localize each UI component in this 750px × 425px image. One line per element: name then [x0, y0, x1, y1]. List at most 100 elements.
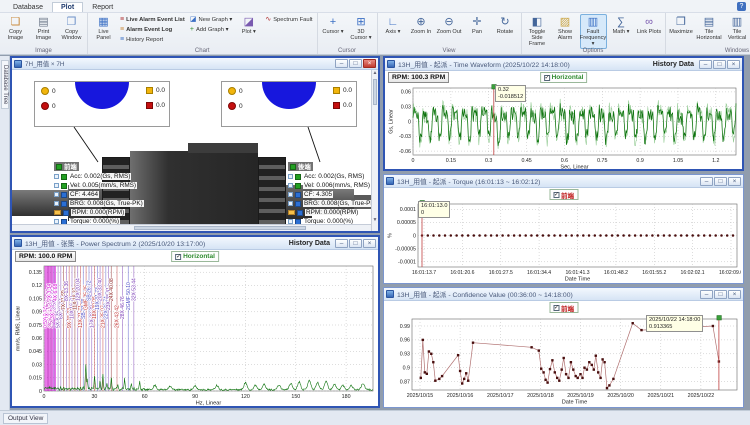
svg-text:12X 20.04: 12X 20.04 — [75, 278, 81, 301]
checkbox-icon[interactable] — [288, 201, 293, 206]
ribbon-rotate-button[interactable]: ↻Rotate — [492, 14, 519, 37]
ribbon-copy-image-button[interactable]: ❏Copy Image — [2, 14, 29, 43]
checkbox-icon[interactable]: ✓ — [553, 192, 559, 198]
maximize-icon[interactable]: □ — [713, 60, 726, 69]
ribbon-body: ❏Copy Image▤Print Image❐Copy WindowImage… — [0, 13, 750, 54]
horizontal-scrollbar[interactable] — [12, 224, 371, 231]
power-spectrum-chart[interactable]: 00.0150.030.0450.060.0750.090.1050.120.1… — [14, 263, 376, 406]
panel-title-bar[interactable]: 13H_用值 - 起派 - Torque (16:01:13 ~ 16:02:1… — [384, 175, 743, 188]
ribbon-show-alarm-button[interactable]: ▨Show Alarm — [552, 14, 579, 43]
channel-checkbox[interactable]: ✓ 前端 — [549, 189, 578, 200]
scrollbar-thumb[interactable] — [134, 226, 306, 230]
svg-text:1.05: 1.05 — [673, 158, 683, 164]
ribbon-group-label: Windows — [666, 48, 750, 54]
ribbon-new-graph-button[interactable]: ◪New Graph ▾ — [188, 15, 234, 24]
checkbox-icon[interactable] — [54, 201, 59, 206]
ribbon-copy-window-button[interactable]: ❐Copy Window — [58, 14, 85, 43]
svg-text:0.135: 0.135 — [29, 270, 42, 276]
checkbox-icon[interactable]: ✓ — [553, 305, 559, 311]
ribbon-live-panel-button[interactable]: ▦Live Panel — [90, 14, 117, 43]
sensor-row[interactable]: Vel: 0.006(mm/s, RMS) — [288, 181, 376, 190]
svg-text:0: 0 — [408, 119, 411, 125]
minimize-icon[interactable]: – — [335, 59, 348, 68]
scroll-down-icon[interactable]: ▼ — [372, 217, 378, 224]
ribbon-link-plots-button[interactable]: ∞Link Plots — [636, 14, 663, 37]
vertical-scrollbar[interactable]: ▲ ▼ — [371, 70, 378, 231]
sensor-row[interactable]: Acc: 0.002(Gs, RMS) — [288, 172, 376, 181]
ribbon-tile-horizontal-button[interactable]: ▤Tile Horizontal — [696, 14, 723, 43]
ribbon-group-chart: ▦Live Panel≡Live Alarm Event List≡Alarm … — [88, 13, 318, 54]
sensor-row[interactable]: RPM: 0.000(RPM) — [288, 208, 376, 217]
panel-title-bar[interactable]: 13H_用值 - 起派 - Time Waveform (2025/10/22 … — [385, 58, 742, 71]
close-icon[interactable]: × — [727, 60, 740, 69]
maximize-icon[interactable]: □ — [714, 290, 727, 299]
help-icon[interactable]: ? — [737, 2, 746, 11]
machine-diagram[interactable]: 0 0 0.0 0.0 0 0 0.0 0.0 — [12, 70, 378, 231]
ribbon-maximize-button[interactable]: ❐Maximize — [668, 14, 695, 37]
panel-title-bar[interactable]: 13H_用值 - 起派 - Confidence Value (00:36:00… — [384, 288, 743, 301]
alarm-value: 0.0 — [343, 87, 352, 94]
ribbon-plot-button[interactable]: ◪Plot ▾ — [235, 14, 262, 37]
ribbon-tile-vertical-button[interactable]: ▥Tile Vertical — [724, 14, 750, 43]
output-view-tab[interactable]: Output View — [3, 413, 48, 424]
maximize-icon[interactable]: □ — [349, 59, 362, 68]
maximize-icon[interactable]: □ — [714, 177, 727, 186]
minimize-icon[interactable]: – — [335, 239, 348, 248]
sensor-row[interactable]: Vel: 0.005(mm/s, RMS) — [54, 181, 144, 190]
ribbon-pan-button[interactable]: ✛Pan — [464, 14, 491, 37]
ribbon-fault-frequency-button[interactable]: ▥Fault Frequency ▾ — [580, 14, 607, 49]
maximize-icon[interactable]: □ — [349, 239, 362, 248]
svg-text:16:01:20.6: 16:01:20.6 — [450, 270, 474, 276]
close-icon[interactable]: × — [363, 239, 376, 248]
scroll-up-icon[interactable]: ▲ — [372, 70, 378, 77]
channel-checkbox[interactable]: ✓ 前端 — [549, 302, 578, 313]
minimize-icon[interactable]: – — [700, 290, 713, 299]
close-icon[interactable]: × — [363, 59, 376, 68]
sensor-row[interactable]: CF: 4.305 — [288, 190, 376, 199]
sensor-row[interactable]: BRG: 0.008(Gs, True-PK) — [54, 199, 144, 208]
panel-title-bar[interactable]: 7H_用值 × 7H – □ × — [12, 58, 378, 70]
ribbon-tab-strip: DatabasePlotReport? — [0, 0, 750, 13]
checkbox-icon[interactable] — [288, 192, 293, 197]
ribbon-print-image-button[interactable]: ▤Print Image — [30, 14, 57, 43]
checkbox-icon[interactable] — [54, 183, 59, 188]
checkbox-icon[interactable] — [288, 174, 293, 179]
ribbon-cursor-button[interactable]: +Cursor ▾ — [320, 14, 347, 37]
sensor-row[interactable]: CF: 4.464 — [54, 190, 144, 199]
checkbox-icon[interactable] — [54, 174, 59, 179]
ribbon-alarm-event-log-button[interactable]: ≡Alarm Event Log — [118, 25, 187, 34]
link-plots-icon: ∞ — [645, 16, 653, 28]
ribbon-zoom-out-button[interactable]: ⊖Zoom Out — [436, 14, 463, 37]
scrollbar-thumb[interactable] — [373, 79, 377, 105]
ribbon-history-report-button[interactable]: ≡History Report — [118, 35, 187, 44]
checkbox-icon[interactable]: ✓ — [175, 254, 181, 260]
close-icon[interactable]: × — [728, 177, 741, 186]
sensor-row[interactable]: RPM: 0.000(RPM) — [54, 208, 144, 217]
ribbon-math-button[interactable]: ∑Math ▾ — [608, 14, 635, 37]
ribbon-3d-cursor-button[interactable]: ⊞3D Cursor ▾ — [348, 14, 375, 43]
ribbon-tab-report[interactable]: Report — [83, 2, 122, 12]
svg-text:150: 150 — [291, 394, 300, 400]
panel-title-bar[interactable]: 13H_用值 - 张策 - Power Spectrum 2 (2025/10/… — [12, 237, 378, 250]
sensor-row[interactable]: Acc: 0.002(Gs, RMS) — [54, 172, 144, 181]
checkbox-icon[interactable] — [54, 192, 59, 197]
ribbon-tab-database[interactable]: Database — [4, 2, 52, 12]
ribbon-tab-plot[interactable]: Plot — [52, 2, 83, 12]
minimize-icon[interactable]: – — [700, 177, 713, 186]
checkbox-icon[interactable] — [288, 183, 293, 188]
close-icon[interactable]: × — [728, 290, 741, 299]
sidebar-item-database-tree[interactable]: Database Tree — [1, 60, 9, 109]
ribbon-spectrum-fault-button[interactable]: ∿Spectrum Fault — [263, 15, 314, 24]
sensor-row[interactable]: BRG: 0.008(Gs, True-PK — [288, 199, 376, 208]
ribbon-add-graph-button[interactable]: +Add Graph ▾ — [188, 25, 234, 34]
svg-text:Date Time: Date Time — [565, 277, 591, 283]
ribbon-live-alarm-event-list-button[interactable]: ≡Live Alarm Event List — [118, 15, 187, 24]
ribbon-toggle-side-frame-button[interactable]: ◧Toggle Side Frame — [524, 14, 551, 49]
time-waveform-chart[interactable]: -0.06-0.0300.030.0600.150.30.450.60.750.… — [387, 84, 740, 170]
checkbox-icon[interactable]: ✓ — [544, 75, 550, 81]
horizontal-checkbox[interactable]: ✓ Horizontal — [171, 251, 219, 262]
ribbon-axis-button[interactable]: ∟Axis ▾ — [380, 14, 407, 37]
ribbon-zoom-in-button[interactable]: ⊕Zoom In — [408, 14, 435, 37]
minimize-icon[interactable]: – — [699, 60, 712, 69]
horizontal-checkbox[interactable]: ✓ Horizontal — [540, 72, 588, 83]
